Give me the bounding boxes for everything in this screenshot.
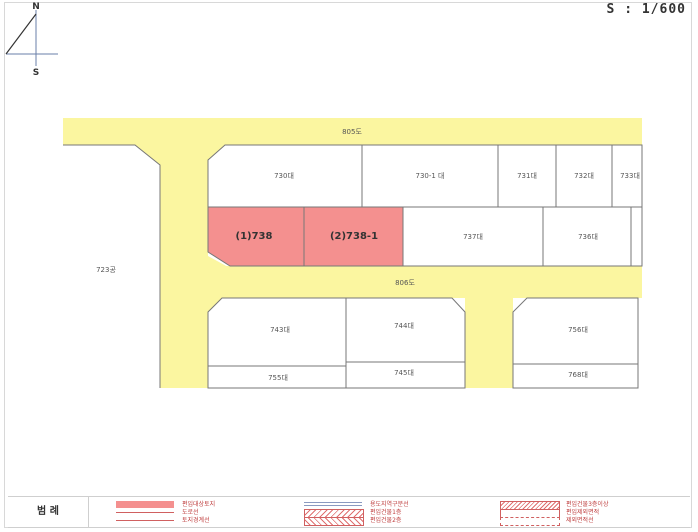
parcel-744 [345,297,466,363]
parcel-label-730-1: 730-1 대 [415,172,444,180]
parcel-label-743: 743대 [270,326,290,334]
road-label-806: 806도 [395,279,415,287]
road-label-805: 805도 [342,128,362,136]
cadastral-map[interactable]: N S 805도 806도 730대 730-1 대 731대 732대 733… [0,0,698,496]
parcel-label-733: 733대 [620,172,640,180]
parcel-label-768: 768대 [568,371,588,379]
scale-label: S : 1/600 [606,2,686,17]
parcel-label-737: 737대 [463,233,483,241]
south-road [465,298,513,388]
legend-dashed-box-icon [500,517,560,526]
legend-line-icon [116,512,174,513]
north-label: N [32,2,40,12]
parcel-label-736: 736대 [578,233,598,241]
parcel-label-738-1: (2)738-1 [330,231,378,242]
parcel-label-756: 756대 [568,326,588,334]
parcel-label-744: 744대 [394,322,414,330]
parcel-label-732: 732대 [574,172,594,180]
parcel-label-745: 745대 [394,369,414,377]
parcel-label-731: 731대 [517,172,537,180]
legend: 범 례 편입대상토지 도로선 토지경계선 용도지역구분선 편입건물1층 편입건물… [8,496,690,528]
parcel-label-755: 755대 [268,374,288,382]
north-arrow-icon: N S [5,2,58,78]
parcel-label-730: 730대 [274,172,294,180]
parcel-label-738: (1)738 [236,231,273,242]
legend-title: 범 례 [8,497,89,527]
legend-swatch-icon [116,501,174,508]
legend-double-line-icon [304,502,362,506]
parcel-label-723: 723공 [96,266,116,274]
south-label: S [33,68,39,78]
legend-line-icon [116,520,174,521]
legend-crosshatch-icon [304,517,364,526]
